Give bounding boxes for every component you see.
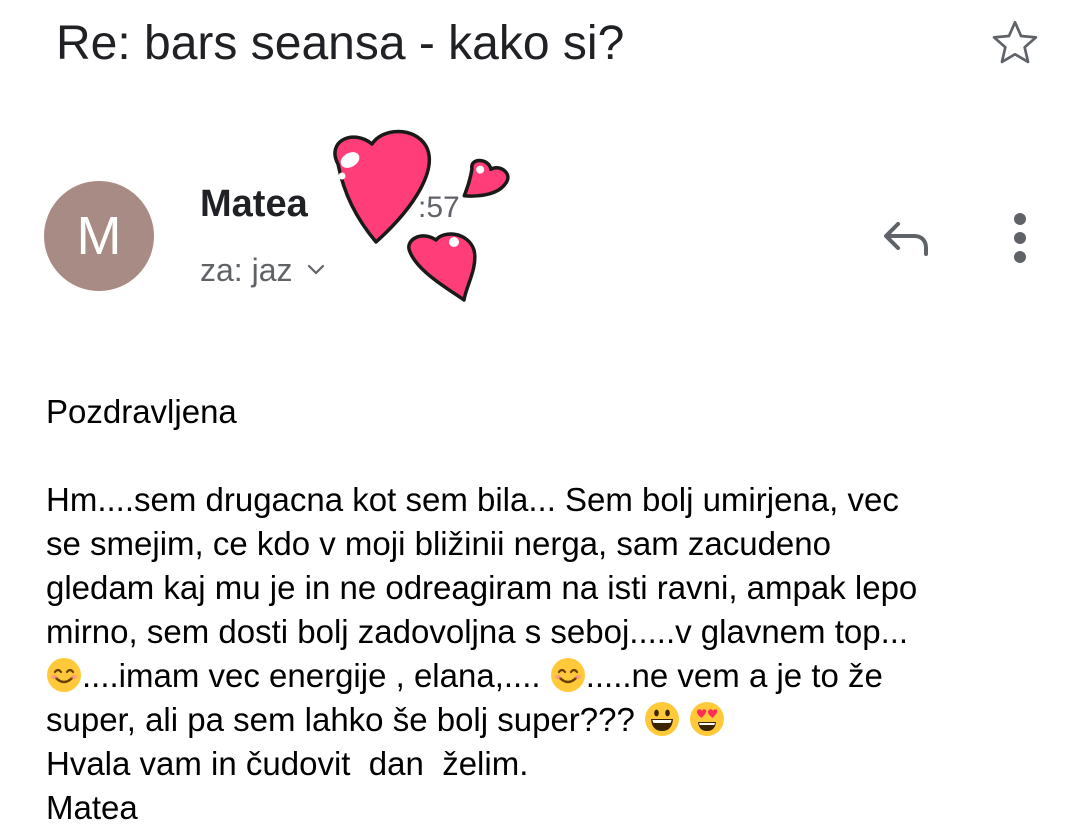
message-body: Pozdravljena Hm....sem drugacna kot sem … [46, 390, 1046, 830]
body-text-segment: super, ali pa sem lahko še bolj super??? [46, 701, 645, 738]
body-line: ....imam vec energije , elana,.... .....… [46, 654, 1046, 698]
grinning-face-emoji [645, 702, 680, 736]
signature: Matea [46, 789, 138, 826]
body-line: mirno, sem dosti bolj zadovoljna s seboj… [46, 613, 909, 650]
big-heart [333, 129, 431, 244]
sender-name[interactable]: Matea [200, 181, 308, 227]
body-line: gledam kaj mu je in ne odreagiram na ist… [46, 569, 918, 606]
smiling-face-emoji [47, 658, 81, 692]
recipients-toggle[interactable]: za: jaz [200, 248, 328, 292]
body-line: super, ali pa sem lahko še bolj super??? [46, 698, 1046, 742]
small-heart-bottom [407, 232, 477, 302]
body-line: Hvala vam in čudovit dan želim. [46, 745, 529, 782]
sender-avatar[interactable]: M [44, 181, 154, 291]
recipients-label: za: jaz [200, 252, 293, 288]
more-vertical-icon [1014, 213, 1026, 263]
small-heart-right [462, 158, 510, 198]
body-text-segment: .....ne vem a je to že [585, 657, 883, 694]
reply-icon [884, 222, 928, 256]
body-line: se smejim, ce kdo v moji bližinii nerga,… [46, 525, 831, 562]
chevron-down-icon [308, 264, 325, 275]
more-options-button[interactable] [992, 206, 1048, 270]
star-icon[interactable] [988, 16, 1042, 70]
smiling-face-emoji [550, 658, 585, 692]
avatar-letter: M [76, 206, 122, 266]
message-time: :57 [418, 191, 460, 224]
reply-button[interactable] [872, 210, 938, 266]
body-text-segment: ....imam vec energije , elana,.... [82, 657, 550, 694]
subject-title: Re: bars seansa - kako si? [56, 17, 625, 70]
greeting-line: Pozdravljena [46, 393, 237, 430]
body-line: Hm....sem drugacna kot sem bila... Sem b… [46, 481, 899, 518]
heart-eyes-emoji [690, 702, 725, 736]
